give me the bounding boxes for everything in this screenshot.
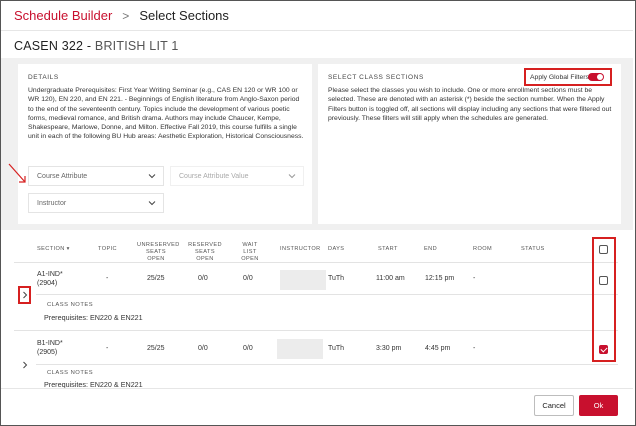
col-days: DAYS xyxy=(328,246,345,252)
start-cell: 3:30 pm xyxy=(376,345,402,352)
class-number: (2905) xyxy=(37,349,58,356)
start-cell: 11:00 am xyxy=(376,275,405,282)
col-wait-list: WAIT LIST OPEN xyxy=(241,242,259,262)
unreserved-cell: 25/25 xyxy=(147,345,165,352)
class-notes-text: Prerequisites: EN220 & EN221 xyxy=(44,313,143,322)
col-status: STATUS xyxy=(521,246,545,252)
course-attribute-value-select[interactable]: Course Attribute Value xyxy=(170,166,304,186)
chevron-down-icon xyxy=(288,174,296,179)
class-notes-label: CLASS NOTES xyxy=(47,370,94,376)
breadcrumb-current: Select Sections xyxy=(139,8,229,23)
details-label: DETAILS xyxy=(28,74,59,81)
room-cell: - xyxy=(473,345,476,352)
unreserved-cell: 25/25 xyxy=(147,275,165,282)
divider xyxy=(14,262,618,263)
col-reserved-seats: RESERVED SEATS OPEN xyxy=(188,242,222,262)
course-code: CASEN 322 xyxy=(14,39,84,53)
col-start: START xyxy=(378,246,398,252)
course-attribute-select[interactable]: Course Attribute xyxy=(28,166,164,186)
breadcrumb-separator: > xyxy=(122,8,130,23)
course-name: BRITISH LIT 1 xyxy=(94,39,179,53)
page-title: CASEN 322 - BRITISH LIT 1 xyxy=(14,39,179,53)
chevron-down-icon xyxy=(148,201,156,206)
course-attribute-value-label: Course Attribute Value xyxy=(179,172,249,180)
apply-global-filters-label: Apply Global Filters xyxy=(530,73,589,81)
col-end: END xyxy=(424,246,438,252)
apply-global-filters-toggle-group[interactable]: Apply Global Filters xyxy=(524,68,612,86)
breadcrumb: Schedule Builder > Select Sections xyxy=(1,1,633,31)
course-title-dash: - xyxy=(83,39,95,53)
col-instructor: INSTRUCTOR xyxy=(280,246,321,252)
reserved-cell: 0/0 xyxy=(198,345,208,352)
room-cell: - xyxy=(473,275,476,282)
section-code: B1-IND* xyxy=(37,340,63,347)
days-cell: TuTh xyxy=(328,345,345,352)
cancel-button[interactable]: Cancel xyxy=(534,395,574,416)
annotation-arrow-icon xyxy=(8,163,26,183)
details-text: Undergraduate Prerequisites: First Year … xyxy=(28,87,304,141)
chevron-right-icon[interactable] xyxy=(21,361,29,369)
select-sections-label: SELECT CLASS SECTIONS xyxy=(328,74,424,81)
apply-global-filters-toggle[interactable] xyxy=(588,73,604,81)
instructor-label: Instructor xyxy=(37,199,67,207)
select-sections-text: Please select the classes you wish to in… xyxy=(328,87,612,122)
select-sections-card: SELECT CLASS SECTIONS Apply Global Filte… xyxy=(318,64,621,224)
chevron-down-icon xyxy=(148,174,156,179)
waitlist-cell: 0/0 xyxy=(243,275,253,282)
divider xyxy=(14,330,618,331)
end-cell: 12:15 pm xyxy=(425,275,455,282)
divider xyxy=(36,364,618,365)
waitlist-cell: 0/0 xyxy=(243,345,253,352)
sort-down-icon: ▾ xyxy=(66,246,70,252)
instructor-cell xyxy=(280,270,326,290)
chevron-right-icon[interactable] xyxy=(21,291,29,299)
instructor-cell xyxy=(277,339,323,359)
end-cell: 4:45 pm xyxy=(425,345,451,352)
class-notes-label: CLASS NOTES xyxy=(47,302,94,308)
table-row-section: A1-IND* (2904) xyxy=(37,270,63,288)
col-unreserved-seats: UNRESERVED SEATS OPEN xyxy=(137,242,180,262)
breadcrumb-schedule-builder[interactable]: Schedule Builder xyxy=(14,8,112,23)
reserved-cell: 0/0 xyxy=(198,275,208,282)
topic-cell: - xyxy=(106,275,109,282)
section-code: A1-IND* xyxy=(37,271,63,278)
col-section[interactable]: SECTION ▾ xyxy=(37,246,70,253)
class-number: (2904) xyxy=(37,280,58,287)
days-cell: TuTh xyxy=(328,275,345,282)
table-row-section: B1-IND* (2905) xyxy=(37,339,63,357)
col-room: ROOM xyxy=(473,246,493,252)
col-topic: TOPIC xyxy=(98,246,117,252)
course-attribute-label: Course Attribute xyxy=(37,172,88,180)
divider xyxy=(36,294,618,295)
ok-button[interactable]: Ok xyxy=(579,395,618,416)
annotation-highlight xyxy=(592,237,616,362)
sections-table-header: SECTION ▾ TOPIC UNRESERVED SEATS OPEN RE… xyxy=(1,238,633,262)
topic-cell: - xyxy=(106,345,109,352)
instructor-select[interactable]: Instructor xyxy=(28,193,164,213)
